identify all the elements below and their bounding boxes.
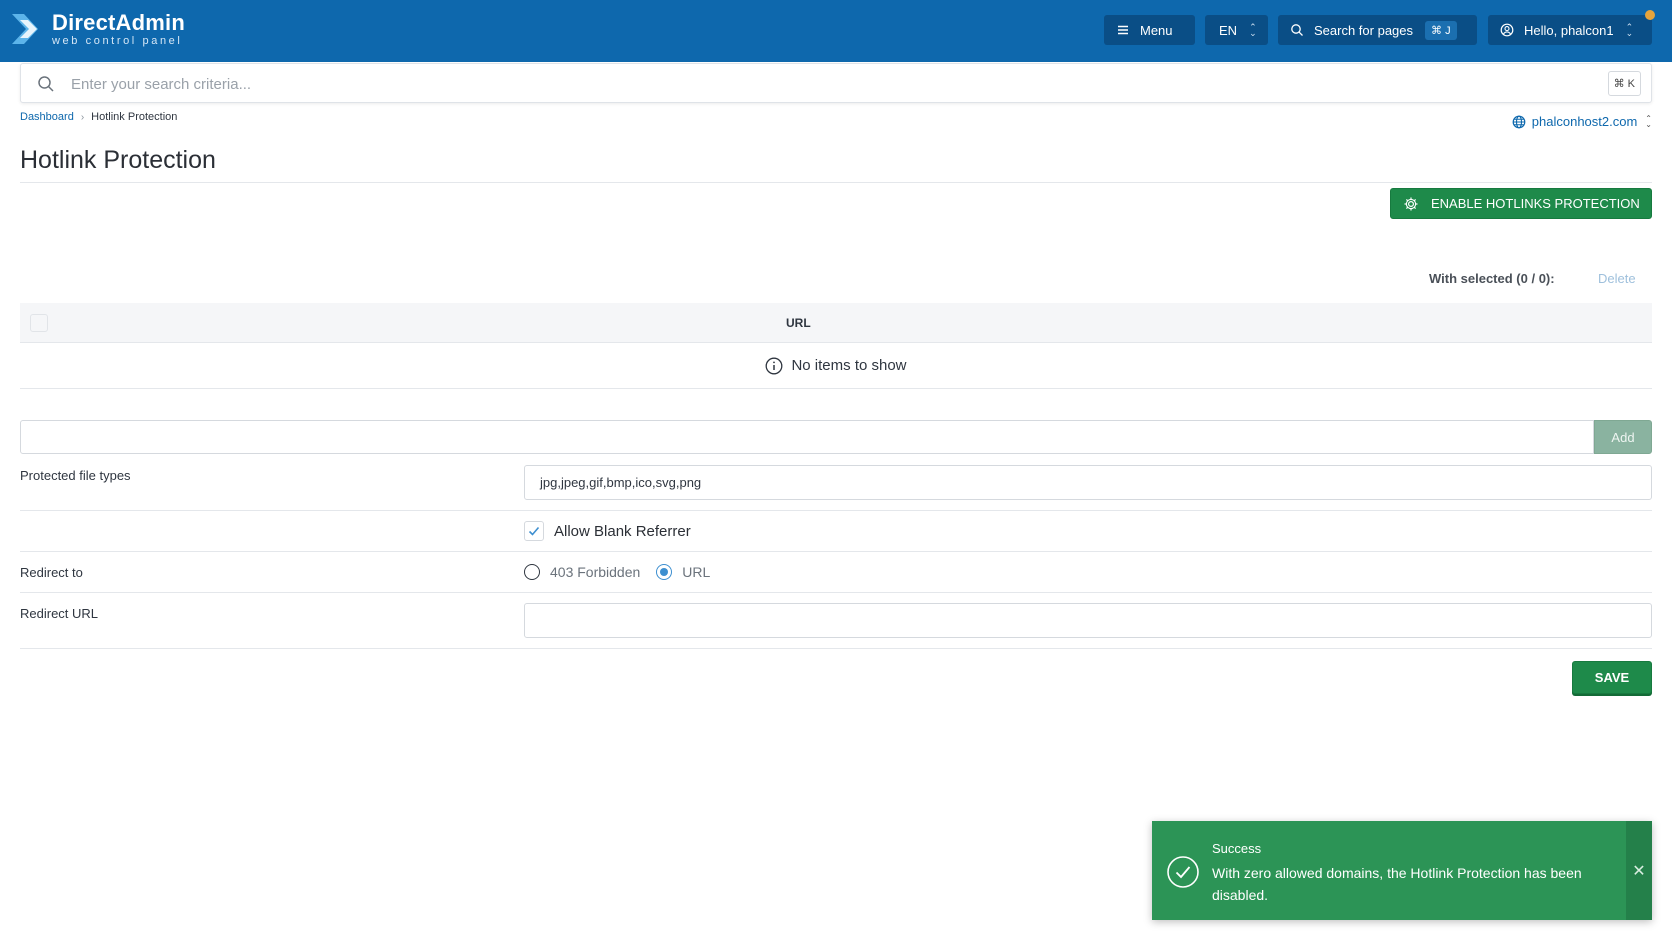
search-pages-shortcut: ⌘ J: [1425, 20, 1457, 40]
breadcrumb-dashboard-link[interactable]: Dashboard: [20, 111, 74, 123]
form-divider: [20, 648, 1652, 649]
logo-subtitle: web control panel: [52, 34, 183, 47]
radio-403-forbidden[interactable]: [524, 564, 540, 580]
domain-selector[interactable]: phalconhost2.com ⌃ ⌄: [1512, 114, 1652, 129]
redirect-options: 403 Forbidden URL: [524, 564, 710, 580]
menu-label: Menu: [1140, 22, 1173, 38]
delete-button[interactable]: Delete: [1598, 271, 1636, 286]
info-icon: [766, 357, 783, 374]
enable-hotlinks-label: ENABLE HOTLINKS PROTECTION: [1431, 196, 1640, 211]
domain-name: phalconhost2.com: [1531, 114, 1638, 129]
radio-url-label: URL: [682, 564, 711, 580]
table-header: URL: [20, 303, 1652, 343]
check-circle-icon: [1167, 856, 1199, 888]
top-bar: DirectAdmin web control panel Menu EN ⌃ ⌄…: [0, 0, 1672, 62]
user-circle-icon: [1500, 23, 1514, 37]
form-divider: [20, 592, 1652, 593]
form-divider: [20, 551, 1652, 552]
notification-dot[interactable]: [1645, 10, 1655, 20]
redirect-url-label: Redirect URL: [20, 606, 99, 621]
directadmin-logo-icon: [12, 14, 38, 44]
breadcrumb-current: Hotlink Protection: [91, 111, 178, 123]
protected-types-field[interactable]: jpg,jpeg,gif,bmp,ico,svg,png: [524, 465, 1652, 500]
toast-message: With zero allowed domains, the Hotlink P…: [1212, 865, 1582, 903]
table-empty-state: No items to show: [20, 343, 1652, 389]
success-toast: Success With zero allowed domains, the H…: [1152, 821, 1652, 920]
title-divider: [20, 182, 1652, 183]
globe-icon: [1512, 115, 1526, 128]
search-icon: [38, 76, 54, 92]
enable-hotlinks-button[interactable]: ENABLE HOTLINKS PROTECTION: [1390, 188, 1652, 219]
allow-blank-checkbox[interactable]: [524, 521, 544, 541]
updown-chevron-icon: ⌃ ⌄: [1625, 22, 1634, 38]
redirect-url-field[interactable]: [524, 603, 1652, 638]
protected-types-label: Protected file types: [20, 468, 131, 483]
updown-chevron-icon: ⌃ ⌄: [1645, 113, 1652, 129]
user-greeting: Hello, phalcon1: [1524, 22, 1614, 38]
allow-blank-referrer-row: Allow Blank Referrer: [524, 521, 691, 541]
search-input[interactable]: [71, 72, 1571, 96]
search-pages-label: Search for pages: [1314, 22, 1414, 38]
toast-title: Success: [1212, 841, 1262, 856]
add-url-input[interactable]: [20, 420, 1594, 454]
updown-chevron-icon: ⌃ ⌄: [1249, 22, 1257, 38]
add-button[interactable]: Add: [1594, 420, 1652, 454]
breadcrumb: Dashboard › Hotlink Protection: [20, 111, 177, 123]
with-selected-label: With selected (0 / 0):: [1429, 271, 1555, 286]
redirect-to-label: Redirect to: [20, 565, 83, 580]
column-header-url[interactable]: URL: [786, 316, 811, 330]
form-divider: [20, 510, 1652, 511]
checkmark-icon: [528, 526, 540, 536]
menu-button[interactable]: Menu: [1104, 15, 1195, 45]
radio-url[interactable]: [656, 564, 673, 580]
search-pages-button[interactable]: Search for pages ⌘ J: [1278, 15, 1477, 45]
select-all-checkbox[interactable]: [30, 314, 48, 332]
allow-blank-label: Allow Blank Referrer: [554, 522, 691, 540]
radio-403-label: 403 Forbidden: [550, 564, 641, 580]
chevron-right-icon: ›: [80, 111, 85, 123]
page-title: Hotlink Protection: [20, 146, 216, 174]
user-menu-button[interactable]: Hello, phalcon1 ⌃ ⌄: [1488, 15, 1652, 45]
search-icon: [1291, 24, 1303, 36]
gear-icon: [1404, 197, 1418, 210]
hamburger-icon: [1118, 25, 1128, 35]
language-label: EN: [1219, 22, 1238, 38]
empty-message: No items to show: [791, 357, 907, 374]
logo-title: DirectAdmin: [52, 9, 185, 35]
logo[interactable]: DirectAdmin web control panel: [10, 10, 185, 48]
save-button[interactable]: SAVE: [1572, 661, 1652, 694]
language-select[interactable]: EN ⌃ ⌄: [1205, 15, 1268, 45]
close-icon[interactable]: ✕: [1626, 821, 1652, 920]
global-search-bar: ⌘ K: [20, 63, 1652, 103]
search-shortcut: ⌘ K: [1607, 71, 1641, 96]
